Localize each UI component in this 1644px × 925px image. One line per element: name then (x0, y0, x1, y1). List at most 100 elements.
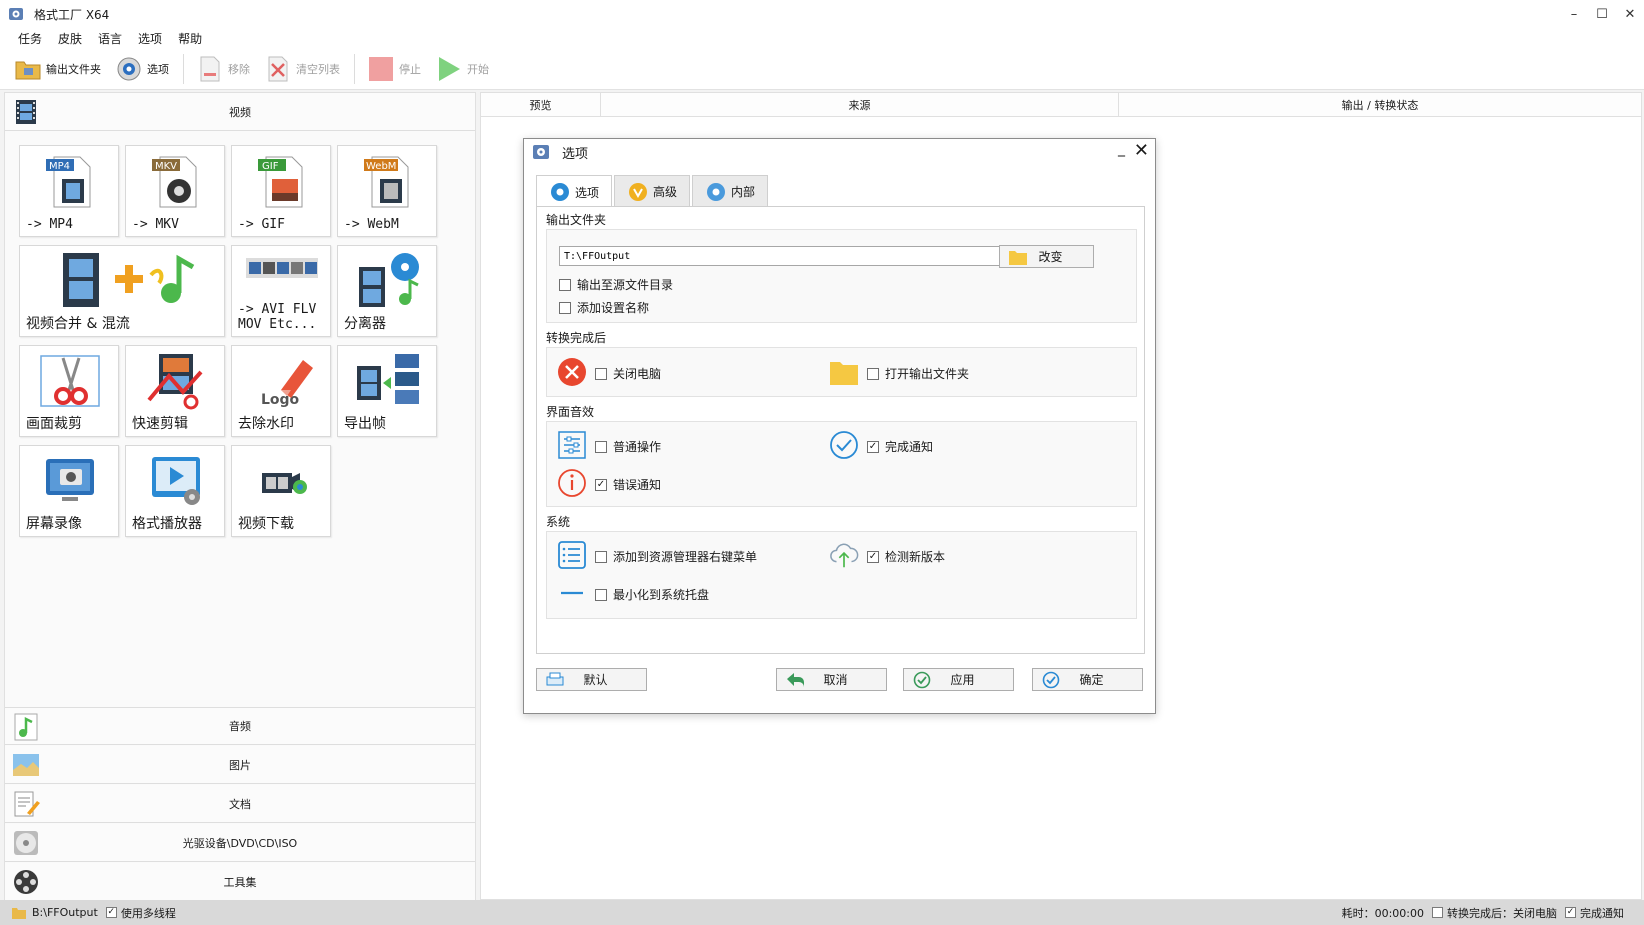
context-menu-checkbox[interactable] (595, 550, 607, 563)
ui-sound-group: 普通操作 ✓ 完成通知 ✓ 错误通知 (546, 421, 1137, 507)
disc-category-header[interactable]: 光驱设备\DVD\CD\ISO (5, 824, 475, 862)
output-folder-button[interactable]: 输出文件夹 (14, 55, 101, 83)
stop-button[interactable]: 停止 (367, 55, 421, 83)
menu-skin[interactable]: 皮肤 (58, 30, 82, 47)
clear-x-icon (264, 55, 292, 83)
music-note-icon (14, 713, 38, 741)
tile-to-gif[interactable]: GIF -> GIF (231, 145, 331, 237)
shutdown-icon (557, 357, 587, 387)
tile-video-download[interactable]: 视频下载 (231, 445, 331, 537)
disc-icon (14, 831, 38, 855)
tile-label: 分离器 (344, 316, 386, 332)
ok-button[interactable]: 确定 (1032, 668, 1143, 691)
context-menu-option[interactable]: 添加到资源管理器右键菜单 (595, 548, 757, 565)
toolbar-separator (354, 53, 355, 84)
apply-button[interactable]: 应用 (903, 668, 1014, 691)
audio-category-header[interactable]: 音频 (5, 707, 475, 745)
dialog-minimize-button[interactable]: _ (1118, 141, 1125, 157)
tab-internal[interactable]: 内部 (692, 175, 769, 207)
output-to-source-checkbox[interactable] (559, 278, 571, 291)
multithread-checkbox[interactable]: ✓ (105, 907, 117, 918)
output-to-source-option[interactable]: 输出至源文件目录 (559, 276, 673, 293)
menu-options[interactable]: 选项 (138, 30, 162, 47)
tile-to-mp4[interactable]: MP4 -> MP4 (19, 145, 119, 237)
complete-notify-option[interactable]: ✓ 完成通知 (867, 438, 933, 455)
tile-screen-record[interactable]: 屏幕录像 (19, 445, 119, 537)
tile-quick-clip[interactable]: 快速剪辑 (125, 345, 225, 437)
clear-list-button[interactable]: 清空列表 (264, 55, 340, 83)
complete-notify-status-checkbox[interactable]: ✓ (1565, 907, 1576, 918)
mp4-badge-text: MP4 (49, 161, 70, 172)
tab-label: 选项 (575, 185, 600, 200)
ui-sound-section-label: 界面音效 (546, 405, 595, 419)
document-category-header[interactable]: 文档 (5, 785, 475, 823)
tile-to-avi-flv-mov[interactable]: -> AVI FLV MOV Etc... (231, 245, 331, 337)
tab-options[interactable]: 选项 (536, 175, 613, 208)
status-output-path[interactable]: B:\FFOutput (32, 906, 98, 919)
check-update-checkbox[interactable]: ✓ (867, 550, 879, 563)
normal-op-checkbox[interactable] (595, 440, 607, 453)
tab-label: 高级 (653, 185, 678, 199)
start-button[interactable]: 开始 (435, 55, 489, 83)
tab-label: 内部 (731, 185, 756, 199)
multithread-label: 使用多线程 (120, 906, 176, 920)
complete-notify-checkbox[interactable]: ✓ (867, 440, 879, 453)
app-icon (9, 8, 23, 20)
tile-to-mkv[interactable]: MKV -> MKV (125, 145, 225, 237)
dialog-close-button[interactable]: ✕ (1134, 140, 1149, 161)
tile-export-frames[interactable]: 导出帧 (337, 345, 437, 437)
add-setting-name-option[interactable]: 添加设置名称 (559, 299, 649, 316)
maximize-button[interactable]: ☐ (1588, 0, 1616, 28)
image-category-header[interactable]: 图片 (5, 746, 475, 784)
tile-crop[interactable]: 画面裁剪 (19, 345, 119, 437)
title-bar: 格式工厂 X64 – ☐ ✕ (0, 0, 1644, 28)
tile-video-merge[interactable]: 视频合并 & 混流 (19, 245, 225, 337)
change-folder-button[interactable]: 改变 (999, 245, 1094, 268)
menu-help[interactable]: 帮助 (178, 30, 202, 47)
output-path-input[interactable] (559, 246, 1015, 266)
options-tab-content: 输出文件夹 改变 输出至源文件目录 添加设置名称 转换完成后 (536, 206, 1145, 654)
cancel-button[interactable]: 取消 (776, 668, 887, 691)
tools-category-header[interactable]: 工具集 (5, 863, 475, 901)
system-section-label: 系统 (546, 515, 571, 529)
gif-file-icon: GIF (232, 150, 332, 212)
minimize-button[interactable]: – (1560, 0, 1588, 28)
column-source[interactable]: 来源 (601, 93, 1119, 116)
check-circle-icon (913, 671, 931, 688)
add-setting-name-checkbox[interactable] (559, 301, 571, 314)
column-preview[interactable]: 预览 (481, 93, 601, 116)
output-folder-label: 输出文件夹 (46, 62, 101, 76)
minimize-tray-checkbox[interactable] (595, 588, 607, 601)
eraser-icon: Logo (232, 350, 332, 412)
tab-advanced[interactable]: 高级 (614, 175, 691, 207)
check-update-option[interactable]: ✓ 检测新版本 (867, 548, 945, 565)
after-convert-status-checkbox[interactable] (1432, 907, 1443, 918)
open-output-checkbox[interactable] (867, 367, 879, 380)
error-notify-checkbox[interactable]: ✓ (595, 478, 607, 491)
menu-language[interactable]: 语言 (98, 30, 122, 47)
format-strip-icon (232, 248, 332, 288)
open-output-option[interactable]: 打开输出文件夹 (867, 365, 969, 382)
close-button[interactable]: ✕ (1616, 0, 1644, 28)
gear-icon (551, 183, 569, 201)
video-category-header[interactable]: 视频 (5, 93, 475, 131)
column-output-status[interactable]: 输出 / 转换状态 (1119, 93, 1641, 116)
document-pen-icon (14, 791, 40, 817)
default-button[interactable]: 默认 (536, 668, 647, 691)
shutdown-option[interactable]: 关闭电脑 (595, 365, 661, 382)
check-update-label: 检测新版本 (885, 550, 946, 564)
tile-splitter[interactable]: 分离器 (337, 245, 437, 337)
shutdown-checkbox[interactable] (595, 367, 607, 380)
options-button[interactable]: 选项 (115, 55, 169, 83)
start-label: 开始 (467, 62, 489, 76)
tile-format-player[interactable]: 格式播放器 (125, 445, 225, 537)
normal-op-option[interactable]: 普通操作 (595, 438, 661, 455)
tile-remove-watermark[interactable]: Logo 去除水印 (231, 345, 331, 437)
minimize-tray-option[interactable]: 最小化到系统托盘 (595, 586, 709, 603)
remove-button[interactable]: 移除 (196, 55, 250, 83)
check-circle-icon (1042, 671, 1060, 688)
error-notify-option[interactable]: ✓ 错误通知 (595, 476, 661, 493)
dialog-tabs: 选项 高级 内部 (536, 175, 770, 208)
menu-task[interactable]: 任务 (18, 30, 42, 47)
tile-to-webm[interactable]: WebM -> WebM (337, 145, 437, 237)
